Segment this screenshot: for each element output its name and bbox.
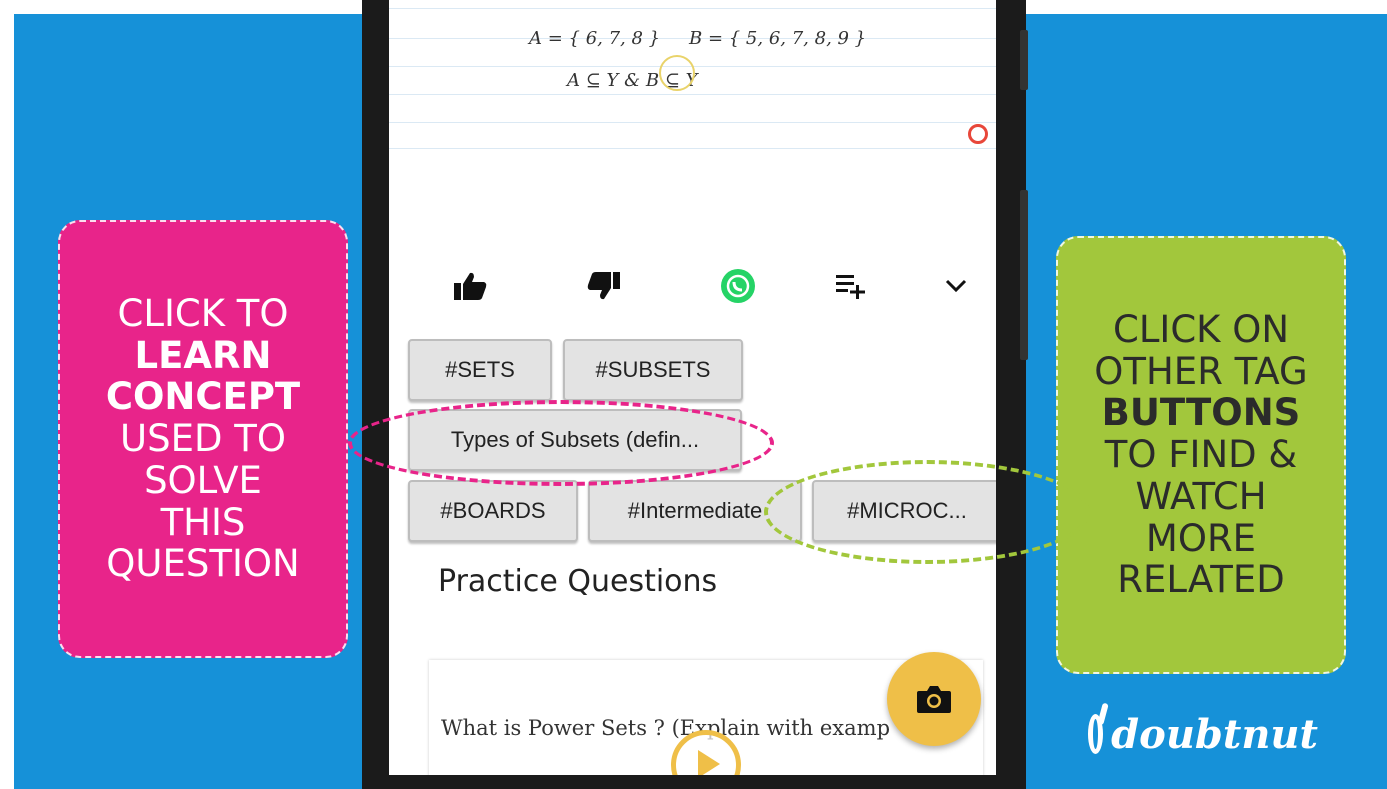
tag-buttons-callout: CLICK ON OTHER TAG BUTTONS TO FIND & WAT… xyxy=(1056,236,1346,674)
phone-side-button xyxy=(1020,190,1028,360)
camera-button[interactable] xyxy=(887,652,981,746)
callout-line: CLICK TO xyxy=(117,291,289,335)
callout-line: CLICK ON xyxy=(1112,307,1290,351)
callout-line: USED TO xyxy=(120,417,286,461)
callout-line: TO FIND & xyxy=(1104,433,1298,477)
phone-frame: A = { 6, 7, 8 } B = { 5, 6, 7, 8, 9 } A … xyxy=(362,0,1028,789)
ruled-line xyxy=(389,8,996,9)
learn-concept-callout: CLICK TO LEARN CONCEPT USED TO SOLVE THI… xyxy=(58,220,348,658)
doubtnut-mark-icon xyxy=(1088,714,1104,754)
highlight-ellipse-tags xyxy=(764,460,1090,564)
handwriting-line: A = { 6, 7, 8 } xyxy=(529,28,661,49)
callout-line: OTHER TAG xyxy=(1094,349,1308,393)
whatsapp-icon[interactable] xyxy=(713,266,763,306)
highlight-ellipse-concept xyxy=(348,400,774,486)
camera-icon xyxy=(917,686,951,713)
phone-side-button xyxy=(1020,30,1028,90)
callout-line: LEARN xyxy=(134,333,272,377)
ruled-line xyxy=(389,94,996,95)
brand-name: doubtnut xyxy=(1111,710,1318,758)
thumbs-down-icon[interactable] xyxy=(579,266,629,306)
action-bar xyxy=(389,266,996,326)
callout-line: THIS xyxy=(160,500,246,544)
doubtnut-watermark-icon xyxy=(968,124,988,144)
tag-boards-button[interactable]: #BOARDS xyxy=(408,480,578,542)
tag-subsets-button[interactable]: #SUBSETS xyxy=(563,339,743,401)
chevron-down-icon[interactable] xyxy=(931,266,981,306)
ruled-line xyxy=(389,122,996,123)
thumbs-up-icon[interactable] xyxy=(445,266,495,306)
callout-line: QUESTION xyxy=(106,542,300,586)
pointer-circle xyxy=(659,55,695,91)
callout-line: CONCEPT xyxy=(105,375,301,419)
app-screen: A = { 6, 7, 8 } B = { 5, 6, 7, 8, 9 } A … xyxy=(389,0,996,775)
doubtnut-logo: doubtnut xyxy=(1088,704,1318,764)
callout-line: MORE xyxy=(1145,516,1257,560)
callout-line: WATCH xyxy=(1135,474,1267,518)
callout-line: SOLVE xyxy=(144,458,262,502)
practice-questions-heading: Practice Questions xyxy=(438,564,718,599)
video-player[interactable]: A = { 6, 7, 8 } B = { 5, 6, 7, 8, 9 } A … xyxy=(389,0,996,150)
practice-question-text: What is Power Sets ? (Explain with examp xyxy=(441,716,891,740)
handwriting-line: B = { 5, 6, 7, 8, 9 } xyxy=(689,28,867,49)
callout-line: RELATED xyxy=(1117,558,1285,602)
tag-sets-button[interactable]: #SETS xyxy=(408,339,552,401)
callout-line: BUTTONS xyxy=(1101,391,1301,435)
ruled-line xyxy=(389,148,996,149)
add-to-playlist-icon[interactable] xyxy=(827,266,877,306)
